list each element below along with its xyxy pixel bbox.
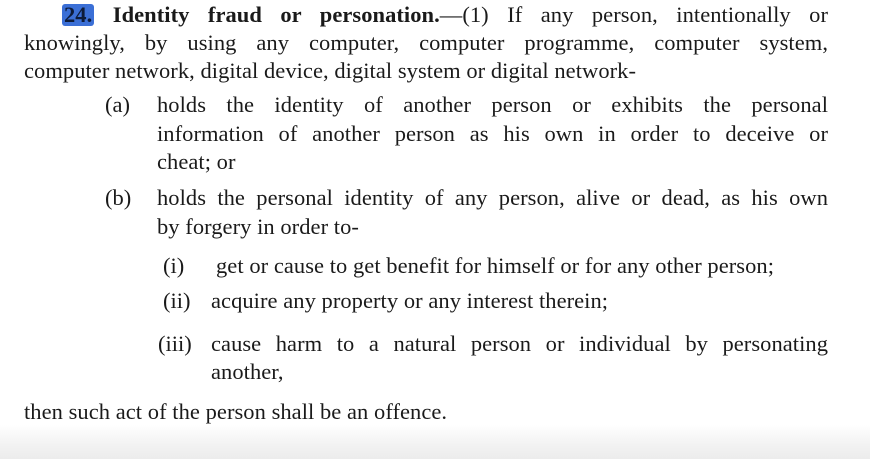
clause-a-line-1: holds the identity of another person or …	[157, 92, 828, 117]
subclause-ii-line-1: acquire any property or any interest the…	[211, 288, 609, 313]
clause-a-line-2: information of another person as his own…	[157, 121, 828, 146]
statute-excerpt: 24. Identity fraud or personation.—(1) I…	[0, 0, 870, 459]
subclause-iii-line-1: cause harm to a natural person or indivi…	[211, 331, 828, 356]
section-first-line: 24. Identity fraud or personation.—(1) I…	[62, 1, 828, 29]
clause-b-line-2: by forgery in order to-	[157, 214, 359, 239]
section-intro: —(1) If any person, intentionally or	[439, 2, 828, 27]
clause-b-line-1: holds the personal identity of any perso…	[157, 185, 828, 210]
section-intro-line-3: computer network, digital device, digita…	[24, 58, 636, 83]
clause-b-label: (b)	[105, 185, 132, 210]
subclause-ii-label: (ii)	[163, 288, 191, 313]
closing-line: then such act of the person shall be an …	[24, 399, 448, 424]
section-intro-line-2: knowingly, by using any computer, comput…	[24, 30, 828, 55]
section-number: 24.	[62, 2, 95, 27]
subclause-i-line-1: get or cause to get benefit for himself …	[216, 253, 775, 278]
subclause-iii-label: (iii)	[158, 331, 192, 356]
clause-a-label: (a)	[105, 92, 130, 117]
subclause-iii-line-2: another,	[211, 359, 284, 384]
clause-a-line-3: cheat; or	[157, 149, 236, 174]
section-heading: Identity fraud or personation.	[112, 2, 440, 27]
subclause-i-label: (i)	[163, 253, 185, 278]
